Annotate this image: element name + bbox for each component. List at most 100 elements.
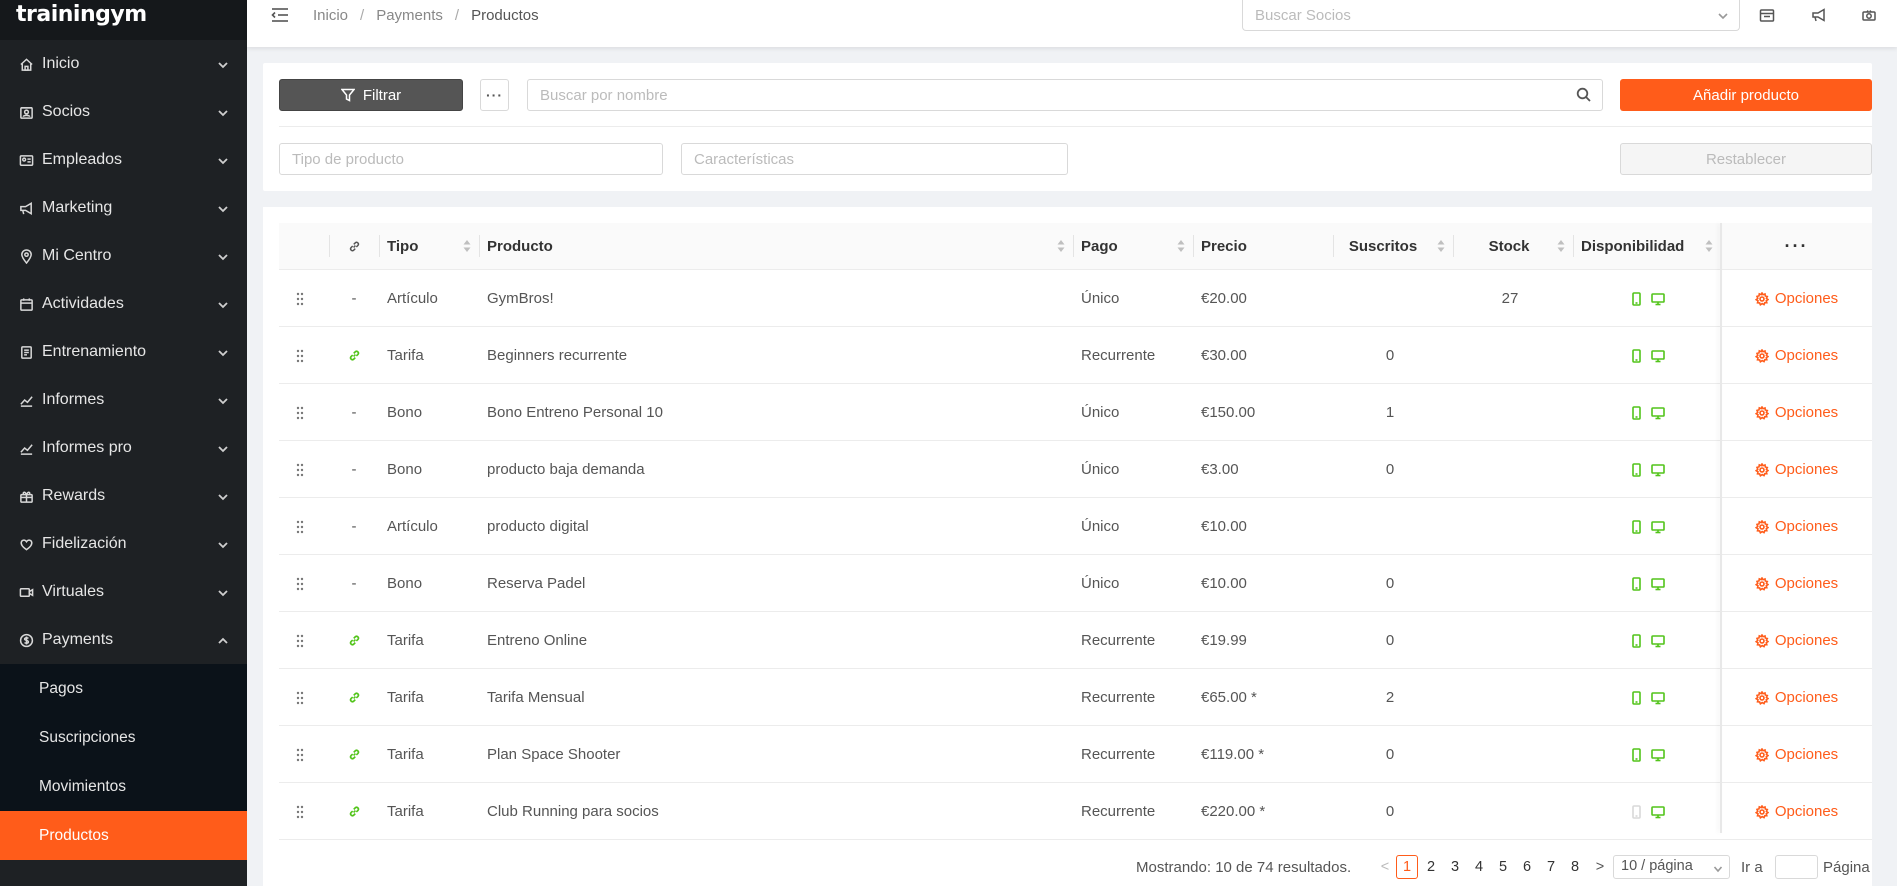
reset-button[interactable]: Restablecer	[1620, 143, 1872, 175]
page-7-button[interactable]: 7	[1540, 855, 1562, 879]
header-pago[interactable]: Pago	[1073, 223, 1193, 270]
column-settings-button[interactable]: ···	[1721, 223, 1872, 270]
product-search-input[interactable]	[527, 79, 1603, 111]
chevron-down-icon	[217, 250, 229, 262]
header-producto[interactable]: Producto	[479, 223, 1073, 270]
header-suscritos[interactable]: Suscritos	[1333, 223, 1453, 270]
sidebar-item-label: Virtuales	[42, 583, 104, 600]
sidebar-item-fidelizacion[interactable]: Fidelización	[0, 520, 247, 568]
cell-stock	[1453, 327, 1573, 384]
menu-collapse-icon[interactable]	[271, 7, 289, 23]
sidebar-item-informes[interactable]: Informes	[0, 376, 247, 424]
drag-handle-icon[interactable]	[279, 384, 321, 441]
page-label: Página	[1823, 858, 1870, 876]
cell-disponibilidad	[1573, 783, 1721, 840]
prev-page-button[interactable]: <	[1374, 855, 1396, 879]
table-row[interactable]: Tarifa Plan Space Shooter Recurrente €119.0…	[279, 726, 1872, 783]
options-button[interactable]: Opciones	[1721, 726, 1872, 783]
options-label: Opciones	[1774, 404, 1839, 421]
sidebar-item-marketing[interactable]: Marketing	[0, 184, 247, 232]
page-6-button[interactable]: 6	[1516, 855, 1538, 879]
sort-icon[interactable]	[463, 238, 471, 254]
sidebar-item-label: Empleados	[42, 151, 123, 168]
search-icon[interactable]	[1576, 87, 1591, 102]
sort-icon[interactable]	[1057, 238, 1065, 254]
desktop-icon	[1651, 520, 1665, 533]
products-table: Tipo Producto Pago Precio Suscritos Stoc…	[263, 207, 1872, 886]
header-stock[interactable]: Stock	[1453, 223, 1573, 270]
calendar-icon	[16, 297, 36, 312]
drag-handle-icon[interactable]	[279, 498, 321, 555]
submenu-item-productos[interactable]: Productos	[0, 811, 247, 860]
drag-handle-icon[interactable]	[279, 555, 321, 612]
sort-icon[interactable]	[1177, 238, 1185, 254]
table-row[interactable]: Tarifa Beginners recurrente Recurrente €30.…	[279, 327, 1872, 384]
goto-page-input[interactable]	[1775, 855, 1818, 879]
brand-logo[interactable]: trainingym	[0, 0, 247, 40]
product-type-select[interactable]: Tipo de producto	[279, 143, 663, 175]
table-row[interactable]: - Artículo producto digital Único €10.00 Opci…	[279, 498, 1872, 555]
submenu-item-pagos[interactable]: Pagos	[0, 664, 247, 713]
page-2-button[interactable]: 2	[1420, 855, 1442, 879]
page-8-button[interactable]: 8	[1564, 855, 1586, 879]
add-product-button[interactable]: Añadir producto	[1620, 79, 1872, 111]
drag-handle-icon[interactable]	[279, 783, 321, 840]
sort-icon[interactable]	[1705, 238, 1713, 254]
sidebar-item-socios[interactable]: Socios	[0, 88, 247, 136]
drag-handle-icon[interactable]	[279, 441, 321, 498]
options-button[interactable]: Opciones	[1721, 270, 1872, 327]
table-row[interactable]: Tarifa Club Running para socios Recurrente…	[279, 783, 1872, 840]
table-row[interactable]: Tarifa Entreno Online Recurrente €19.99 0 Opc…	[279, 612, 1872, 669]
more-filters-button[interactable]: ···	[480, 79, 509, 111]
page-size-select[interactable]: 10 / página	[1613, 855, 1730, 879]
header-disponibilidad[interactable]: Disponibilidad	[1573, 223, 1721, 270]
drag-handle-icon[interactable]	[279, 270, 321, 327]
options-button[interactable]: Opciones	[1721, 783, 1872, 840]
drag-handle-icon[interactable]	[279, 726, 321, 783]
options-button[interactable]: Opciones	[1721, 384, 1872, 441]
header-tipo[interactable]: Tipo	[379, 223, 479, 270]
table-row[interactable]: Tarifa Tarifa Mensual Recurrente €65.00 * 2 O…	[279, 669, 1872, 726]
options-button[interactable]: Opciones	[1721, 327, 1872, 384]
page-3-button[interactable]: 3	[1444, 855, 1466, 879]
megaphone-icon	[16, 201, 36, 216]
sidebar-item-mi-centro[interactable]: Mi Centro	[0, 232, 247, 280]
table-row[interactable]: - Artículo GymBros! Único €20.00 27 Opciones	[279, 270, 1872, 327]
options-button[interactable]: Opciones	[1721, 498, 1872, 555]
options-button[interactable]: Opciones	[1721, 441, 1872, 498]
options-button[interactable]: Opciones	[1721, 555, 1872, 612]
submenu-item-movimientos[interactable]: Movimientos	[0, 762, 247, 811]
filter-button[interactable]: Filtrar	[279, 79, 463, 111]
gear-icon	[1754, 405, 1769, 420]
sidebar-item-virtuales[interactable]: Virtuales	[0, 568, 247, 616]
sidebar-item-informes-pro[interactable]: Informes pro	[0, 424, 247, 472]
sort-icon[interactable]	[1557, 238, 1565, 254]
next-page-button[interactable]: >	[1589, 855, 1611, 879]
table-row[interactable]: - Bono producto baja demanda Único €3.00 0 Opc…	[279, 441, 1872, 498]
sidebar-item-payments[interactable]: Payments	[0, 616, 247, 664]
page-4-button[interactable]: 4	[1468, 855, 1490, 879]
sort-icon[interactable]	[1437, 238, 1445, 254]
camera-icon[interactable]	[1861, 8, 1877, 22]
options-button[interactable]: Opciones	[1721, 612, 1872, 669]
megaphone-icon[interactable]	[1811, 8, 1827, 22]
features-select[interactable]: Características	[681, 143, 1068, 175]
page-5-button[interactable]: 5	[1492, 855, 1514, 879]
sidebar-item-rewards[interactable]: Rewards	[0, 472, 247, 520]
sidebar-item-actividades[interactable]: Actividades	[0, 280, 247, 328]
calendar-icon[interactable]	[1759, 8, 1775, 22]
options-button[interactable]: Opciones	[1721, 669, 1872, 726]
table-row[interactable]: - Bono Reserva Padel Único €10.00 0 Opciones	[279, 555, 1872, 612]
drag-handle-icon[interactable]	[279, 327, 321, 384]
breadcrumb-payments[interactable]: Payments	[376, 7, 443, 24]
breadcrumb-inicio[interactable]: Inicio	[313, 7, 348, 24]
sidebar-item-inicio[interactable]: Inicio	[0, 40, 247, 88]
drag-handle-icon[interactable]	[279, 612, 321, 669]
sidebar-item-empleados[interactable]: Empleados	[0, 136, 247, 184]
sidebar-item-entrenamiento[interactable]: Entrenamiento	[0, 328, 247, 376]
drag-handle-icon[interactable]	[279, 669, 321, 726]
member-search-select[interactable]: Buscar Socios	[1242, 0, 1740, 31]
page-1-button[interactable]: 1	[1396, 855, 1418, 879]
submenu-item-suscripciones[interactable]: Suscripciones	[0, 713, 247, 762]
table-row[interactable]: - Bono Bono Entreno Personal 10 Único €150.0…	[279, 384, 1872, 441]
